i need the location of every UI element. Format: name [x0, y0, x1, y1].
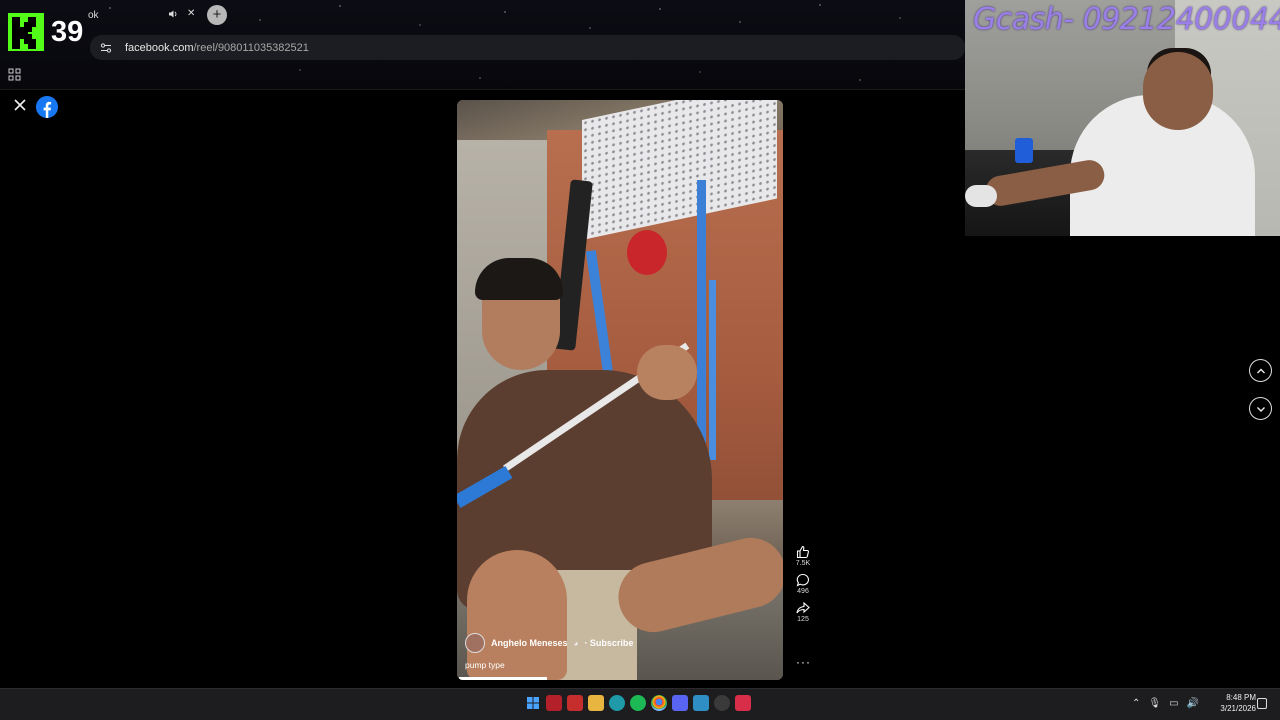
- screen: ok ✕ + facebook.com/reel/908011035382521…: [0, 0, 1280, 720]
- chevron-up-icon: [1256, 368, 1265, 373]
- recorder-icon[interactable]: [735, 695, 751, 711]
- reel-caption: pump type: [465, 660, 505, 670]
- tray-chevron-up-icon[interactable]: ⌃: [1132, 698, 1140, 709]
- active-tab[interactable]: ok: [88, 4, 99, 26]
- subscribe-link[interactable]: · Subscribe: [584, 638, 633, 648]
- clock-date: 3/21/2026: [1220, 704, 1256, 713]
- next-reel-button[interactable]: [1249, 397, 1272, 420]
- share-count: 125: [797, 616, 809, 623]
- adobe-icon[interactable]: [567, 695, 583, 711]
- address-bar[interactable]: facebook.com/reel/908011035382521: [90, 35, 965, 60]
- clock-time: 8:48 PM: [1226, 693, 1256, 702]
- close-viewer-icon[interactable]: [13, 98, 27, 112]
- tab-close-icon[interactable]: ✕: [187, 8, 195, 19]
- taskbar: ⌃ 🎙 ▭ 🔊: [0, 688, 1280, 720]
- webcam-scene-head: [1143, 52, 1213, 130]
- comment-icon: [796, 573, 809, 587]
- kick-logo-icon: [8, 13, 44, 51]
- video-scene-person-hair: [475, 258, 563, 300]
- network-icon[interactable]: ▭: [1169, 698, 1178, 709]
- verified-icon: ◕: [573, 638, 579, 648]
- reel-video[interactable]: Anghelo Meneses ◕ · Subscribe pump type: [457, 100, 783, 680]
- video-scene-tool: [697, 180, 706, 460]
- previous-reel-button[interactable]: [1249, 359, 1272, 382]
- file-explorer-icon[interactable]: [588, 695, 604, 711]
- url-domain: facebook.com: [125, 41, 194, 54]
- discord-icon[interactable]: [672, 695, 688, 711]
- new-tab-button[interactable]: +: [207, 5, 227, 25]
- start-icon[interactable]: [525, 695, 541, 711]
- author-name[interactable]: Anghelo Meneses: [491, 638, 568, 648]
- notification-icon[interactable]: [1257, 698, 1267, 709]
- thumbs-up-icon: [796, 545, 809, 559]
- viewer-count: 39: [51, 16, 84, 48]
- system-tray: ⌃ 🎙 ▭ 🔊: [1132, 698, 1199, 709]
- video-scene-bag: [627, 230, 667, 275]
- settings-gear-icon[interactable]: [714, 695, 730, 711]
- webcam-scene-mouse: [965, 185, 997, 207]
- chevron-down-icon: [1256, 406, 1265, 412]
- reel-author: Anghelo Meneses ◕ · Subscribe: [465, 633, 633, 653]
- share-icon: [796, 601, 810, 614]
- comment-button[interactable]: 496: [790, 573, 816, 595]
- site-info-icon[interactable]: [98, 40, 114, 56]
- volume-icon[interactable]: 🔊: [1187, 698, 1199, 709]
- avatar[interactable]: [465, 633, 485, 653]
- like-button[interactable]: 7.5K: [790, 545, 816, 567]
- url-path: /reel/908011035382521: [193, 41, 309, 54]
- donation-overlay-text: Gcash- 09212400044: [973, 2, 1280, 37]
- tab-label: ok: [88, 9, 99, 21]
- apps-grid-icon[interactable]: [8, 68, 22, 82]
- spotify-icon[interactable]: [630, 695, 646, 711]
- app-blue-icon[interactable]: [693, 695, 709, 711]
- share-button[interactable]: 125: [790, 601, 816, 623]
- video-progress[interactable]: [459, 677, 547, 680]
- chrome-icon[interactable]: [651, 695, 667, 711]
- more-options-icon[interactable]: ···: [796, 655, 811, 669]
- microphone-icon[interactable]: 🎙: [1148, 698, 1161, 709]
- facebook-logo-icon[interactable]: [36, 96, 58, 118]
- webcam-scene-mug: [1015, 138, 1033, 163]
- taskbar-clock[interactable]: 8:48 PM 3/21/2026: [1208, 692, 1256, 714]
- url-text: facebook.com/reel/908011035382521: [125, 42, 309, 54]
- comment-count: 496: [797, 588, 809, 595]
- video-scene-hand: [637, 345, 697, 400]
- app-red-icon[interactable]: [546, 695, 562, 711]
- edge-icon[interactable]: [609, 695, 625, 711]
- video-scene-tool: [709, 280, 716, 460]
- like-count: 7.5K: [795, 560, 811, 567]
- taskbar-apps: [525, 695, 751, 711]
- reel-actions: 7.5K 496 125: [790, 545, 816, 629]
- speaker-icon[interactable]: [168, 9, 178, 22]
